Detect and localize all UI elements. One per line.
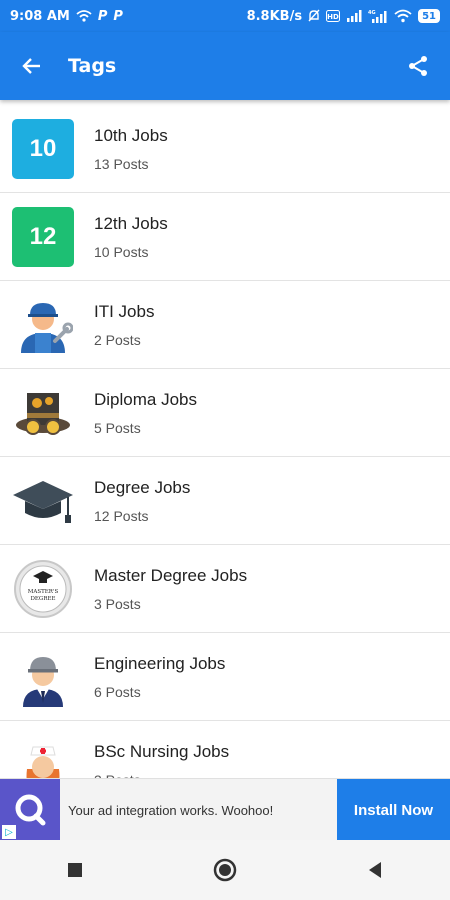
svg-text:MASTER'S: MASTER'S: [28, 589, 59, 595]
status-left: 9:08 AM P P: [10, 9, 123, 24]
tag-item-iti-jobs[interactable]: ITI Jobs 2 Posts: [0, 281, 450, 369]
mechanic-icon: [12, 294, 74, 356]
share-button[interactable]: [400, 48, 436, 84]
steampunk-hat-icon: [12, 382, 74, 444]
install-now-button[interactable]: Install Now: [337, 779, 450, 841]
battery-level: 51: [422, 10, 436, 22]
home-button[interactable]: [205, 850, 245, 890]
search-q-icon: [15, 794, 46, 826]
masters-degree-seal-icon: MASTER'S DEGREE: [12, 558, 74, 620]
tag-item-12th-jobs[interactable]: 12 12th Jobs 10 Posts: [0, 193, 450, 281]
arrow-back-icon: [22, 58, 40, 74]
network-speed: 8.8KB/s: [246, 8, 303, 24]
wifi-calling-icon: [76, 9, 92, 23]
tag-item-diploma-jobs[interactable]: Diploma Jobs 5 Posts: [0, 369, 450, 457]
ad-banner[interactable]: ▷ Your ad integration works. Woohoo! Ins…: [0, 778, 450, 841]
p-app-icon: P: [113, 8, 123, 24]
recents-square-icon: [68, 863, 82, 877]
p-app-icon: P: [97, 8, 108, 24]
tag-name: 10th Jobs: [94, 125, 168, 145]
status-bar: 9:08 AM P P 8.8KB/s HD 4G 51: [0, 0, 450, 32]
system-back-button[interactable]: [355, 850, 395, 890]
graduation-cap-icon: [12, 470, 74, 532]
tag-name: Degree Jobs: [94, 477, 191, 497]
tag-item-10th-jobs[interactable]: 10 10th Jobs 13 Posts: [0, 105, 450, 193]
recents-button[interactable]: [55, 850, 95, 890]
back-button[interactable]: [14, 48, 50, 84]
wifi-icon: [394, 9, 412, 23]
tag-item-degree-jobs[interactable]: Degree Jobs 12 Posts: [0, 457, 450, 545]
tag-name: Master Degree Jobs: [94, 565, 248, 585]
engineer-icon: [12, 646, 74, 708]
tag-name: 12th Jobs: [94, 213, 168, 233]
volte-icon: HD: [326, 10, 341, 22]
tag-icon: 12: [12, 206, 74, 268]
signal-icon: [346, 10, 362, 22]
tag-name: BSc Nursing Jobs: [94, 741, 230, 761]
svg-text:HD: HD: [327, 13, 339, 21]
tag-post-count: 12 Posts: [94, 507, 149, 524]
ad-choices-icon[interactable]: ▷: [2, 825, 16, 839]
tag-list: 10 10th Jobs 13 Posts 12 12th Jobs 10 Po…: [0, 105, 450, 809]
tag-name: ITI Jobs: [94, 301, 155, 321]
share-icon: [409, 56, 427, 76]
tag-name: Diploma Jobs: [94, 389, 197, 409]
app-bar: Tags: [0, 32, 450, 100]
ad-text: Your ad integration works. Woohoo!: [68, 802, 274, 818]
tag-post-count: 2 Posts: [94, 331, 141, 348]
tag-icon: 10: [12, 118, 74, 180]
tag-item-master-degree-jobs[interactable]: MASTER'S DEGREE Master Degree Jobs 3 Pos…: [0, 545, 450, 633]
mute-bell-icon: [308, 9, 320, 23]
home-circle-icon: [213, 858, 237, 882]
svg-text:4G: 4G: [368, 10, 376, 16]
status-time: 9:08 AM: [10, 8, 70, 24]
tag-post-count: 3 Posts: [94, 595, 141, 612]
tag-post-count: 5 Posts: [94, 419, 141, 436]
battery-icon: 51: [418, 9, 440, 23]
svg-text:DEGREE: DEGREE: [31, 596, 56, 602]
signal-4g-icon: 4G: [368, 9, 388, 23]
ad-logo[interactable]: ▷: [0, 779, 60, 841]
twelve-tile-icon: 12: [12, 206, 74, 267]
system-nav-bar: [0, 840, 450, 900]
tag-post-count: 6 Posts: [94, 683, 141, 700]
tag-post-count: 13 Posts: [94, 155, 149, 172]
page-title: Tags: [68, 55, 117, 77]
tag-name: Engineering Jobs: [94, 653, 226, 673]
ten-tile-icon: 10: [12, 118, 74, 179]
back-triangle-icon: [369, 862, 381, 878]
status-right: 8.8KB/s HD 4G 51: [247, 9, 440, 24]
tag-item-engineering-jobs[interactable]: Engineering Jobs 6 Posts: [0, 633, 450, 721]
tag-post-count: 10 Posts: [94, 243, 149, 260]
